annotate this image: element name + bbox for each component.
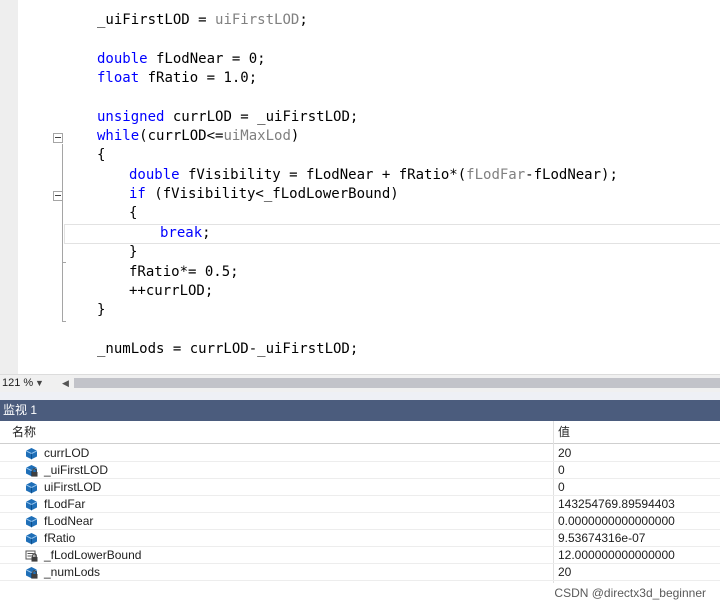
code-text: (currLOD<= — [139, 128, 224, 144]
code-keyword: if — [129, 186, 146, 202]
code-line[interactable]: while(currLOD<=uiMaxLod) — [97, 127, 299, 146]
code-line[interactable]: ++currLOD; — [129, 282, 213, 301]
watch-row-name[interactable]: _fLodLowerBound — [44, 547, 141, 563]
watch-row-value[interactable]: 0.0000000000000000 — [558, 513, 675, 529]
horizontal-scrollbar[interactable] — [74, 378, 720, 388]
watch-row[interactable]: fRatio 9.53674316e-07 — [0, 530, 720, 547]
code-text: ++currLOD; — [129, 283, 214, 299]
outline-guide-end — [62, 321, 66, 322]
outline-guide-end — [62, 262, 66, 263]
watch-table: 名称 值 currLOD 20 _uiFirstLOD 0 uiFirstLOD 0 fLo… — [0, 421, 720, 607]
variable-icon — [25, 447, 38, 460]
watch-row-value[interactable]: 0 — [558, 479, 565, 495]
code-keyword: break — [160, 225, 203, 241]
code-text: } — [97, 302, 106, 318]
code-line[interactable]: } — [129, 243, 137, 262]
code-text: { — [129, 205, 138, 221]
code-editor[interactable]: _uiFirstLOD = uiFirstLOD; double fLodNea… — [0, 0, 720, 374]
code-line[interactable]: fRatio*= 0.5; — [129, 263, 239, 282]
watch-row-name[interactable]: fLodFar — [44, 496, 85, 512]
zoom-dropdown-icon[interactable]: ▼ — [35, 376, 44, 391]
watch-row-name[interactable]: _numLods — [44, 564, 100, 580]
code-identifier: uiMaxLod — [223, 128, 291, 144]
code-text: _numLods = currLOD-_uiFirstLOD; — [97, 341, 359, 357]
code-line[interactable]: float fRatio = 1.0; — [97, 69, 257, 88]
outline-guide — [62, 144, 63, 322]
code-line[interactable]: _numLods = currLOD-_uiFirstLOD; — [97, 340, 358, 359]
collapse-while-icon[interactable] — [53, 133, 63, 143]
panel-splitter[interactable] — [0, 392, 720, 400]
code-text: _uiFirstLOD = — [97, 12, 216, 28]
locked-variable-icon — [25, 566, 38, 579]
code-text: fRatio = 1.0; — [139, 70, 258, 86]
variable-icon — [25, 532, 38, 545]
locked-variable-icon — [25, 464, 38, 477]
column-header-name[interactable]: 名称 — [0, 421, 553, 444]
collapse-if-icon[interactable] — [53, 191, 63, 201]
code-identifier: fLodFar — [466, 167, 526, 183]
watch-row-value[interactable]: 0 — [558, 462, 565, 478]
code-text: { — [97, 147, 106, 163]
variable-icon — [25, 481, 38, 494]
code-line[interactable]: _uiFirstLOD = uiFirstLOD; — [97, 11, 308, 30]
watch-row[interactable]: fLodNear 0.0000000000000000 — [0, 513, 720, 530]
editor-status-bar: 121 % ▼ ◀ — [0, 374, 720, 392]
watch-row-name[interactable]: fRatio — [44, 530, 75, 546]
watch-row-name[interactable]: uiFirstLOD — [44, 479, 101, 495]
code-keyword: float — [97, 70, 140, 86]
watch-row[interactable]: _uiFirstLOD 0 — [0, 462, 720, 479]
code-line[interactable]: { — [97, 146, 105, 165]
watch-row-value[interactable]: 12.000000000000000 — [558, 547, 675, 563]
watch-row-value[interactable]: 9.53674316e-07 — [558, 530, 645, 546]
code-text: } — [129, 244, 138, 260]
variable-icon — [25, 515, 38, 528]
code-text: fLodNear = 0; — [147, 51, 266, 67]
scroll-left-icon[interactable]: ◀ — [62, 376, 69, 391]
code-keyword: double — [129, 167, 180, 183]
selection-margin[interactable] — [0, 0, 18, 374]
watch-row[interactable]: _numLods 20 — [0, 564, 720, 581]
code-identifier: uiFirstLOD — [215, 12, 300, 28]
column-header-value[interactable]: 值 — [554, 421, 720, 444]
code-text: fRatio*= 0.5; — [129, 264, 239, 280]
code-text: ; — [299, 12, 308, 28]
code-line[interactable]: double fLodNear = 0; — [97, 50, 266, 69]
code-line[interactable]: } — [97, 301, 105, 320]
code-text: -fLodNear); — [525, 167, 618, 183]
watch-row[interactable]: currLOD 20 — [0, 445, 720, 462]
code-text: ) — [290, 128, 300, 144]
code-line[interactable]: break; — [160, 224, 211, 243]
code-text: currLOD = _uiFirstLOD; — [164, 109, 359, 125]
watch-row[interactable]: uiFirstLOD 0 — [0, 479, 720, 496]
watch-row[interactable]: fLodFar 143254769.89594403 — [0, 496, 720, 513]
code-text: ; — [202, 225, 211, 241]
code-line[interactable]: unsigned currLOD = _uiFirstLOD; — [97, 108, 358, 127]
zoom-level[interactable]: 121 % — [2, 376, 33, 391]
variable-icon — [25, 498, 38, 511]
code-text: (fVisibility<_fLodLowerBound) — [145, 186, 399, 202]
code-text: fVisibility = fLodNear + fRatio*( — [179, 167, 467, 183]
watch-row-name[interactable]: currLOD — [44, 445, 89, 461]
watch-row-name[interactable]: _uiFirstLOD — [44, 462, 108, 478]
watch-row-value[interactable]: 143254769.89594403 — [558, 496, 675, 512]
watch-row-name[interactable]: fLodNear — [44, 513, 93, 529]
code-line[interactable]: { — [129, 204, 137, 223]
code-line[interactable]: if (fVisibility<_fLodLowerBound) — [129, 185, 399, 204]
watch-row-value[interactable]: 20 — [558, 564, 571, 580]
code-keyword: while — [97, 128, 140, 144]
watch-row-value[interactable]: 20 — [558, 445, 571, 461]
locked-field-icon — [25, 549, 38, 562]
watch-window-title[interactable]: 监视 1 — [0, 400, 720, 421]
code-keyword: double — [97, 51, 148, 67]
watermark: CSDN @directx3d_beginner — [554, 586, 706, 600]
watch-row[interactable]: _fLodLowerBound 12.000000000000000 — [0, 547, 720, 564]
code-line[interactable]: double fVisibility = fLodNear + fRatio*(… — [129, 166, 618, 185]
code-keyword: unsigned — [97, 109, 165, 125]
